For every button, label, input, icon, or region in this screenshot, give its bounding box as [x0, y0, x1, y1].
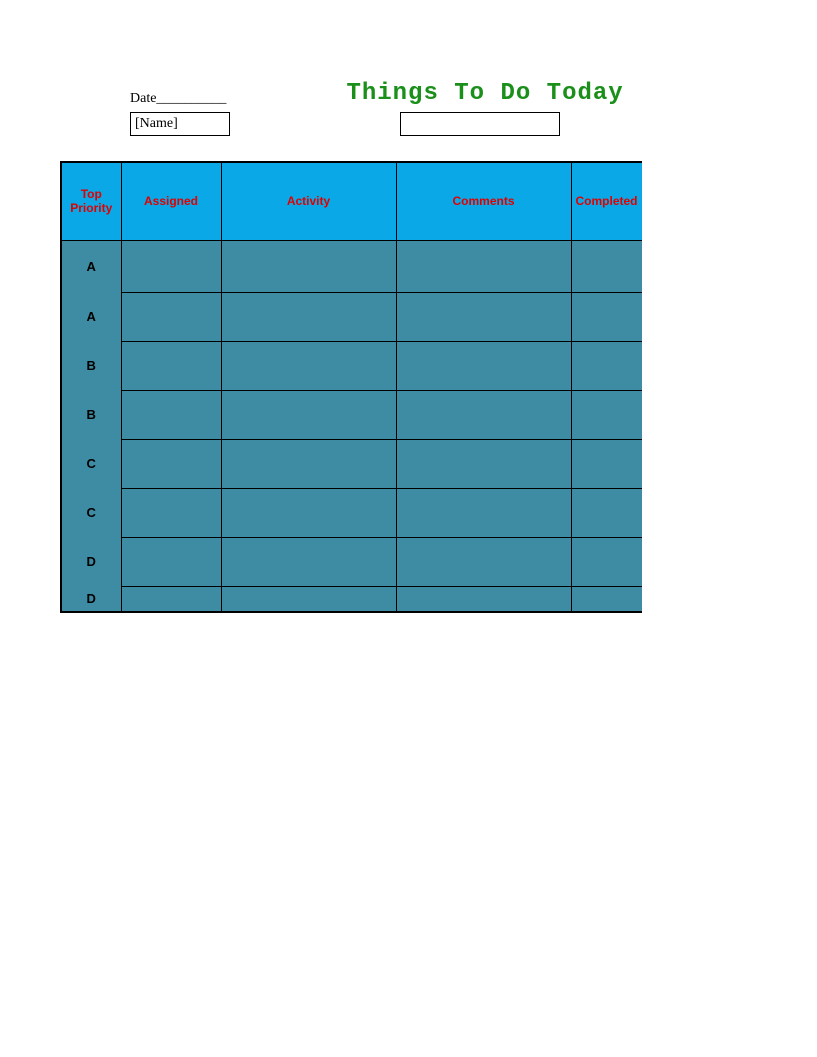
- col-header-activity: Activity: [221, 162, 396, 240]
- cell-comments[interactable]: [396, 537, 571, 586]
- cell-priority[interactable]: D: [61, 586, 121, 612]
- cell-completed[interactable]: [571, 537, 642, 586]
- cell-assigned[interactable]: [121, 537, 221, 586]
- col-header-priority: Top Priority: [61, 162, 121, 240]
- table-row: B: [61, 390, 642, 439]
- table-row: D: [61, 586, 642, 612]
- cell-activity[interactable]: [221, 240, 396, 292]
- cell-comments[interactable]: [396, 439, 571, 488]
- cell-completed[interactable]: [571, 390, 642, 439]
- col-header-assigned: Assigned: [121, 162, 221, 240]
- table-row: D: [61, 537, 642, 586]
- cell-completed[interactable]: [571, 439, 642, 488]
- table-row: C: [61, 439, 642, 488]
- col-header-comments: Comments: [396, 162, 571, 240]
- cell-priority[interactable]: D: [61, 537, 121, 586]
- table-row: A: [61, 240, 642, 292]
- col-header-completed: Completed: [571, 162, 642, 240]
- cell-priority[interactable]: A: [61, 292, 121, 341]
- cell-activity[interactable]: [221, 488, 396, 537]
- cell-activity[interactable]: [221, 586, 396, 612]
- cell-comments[interactable]: [396, 240, 571, 292]
- cell-assigned[interactable]: [121, 488, 221, 537]
- name-input[interactable]: [Name]: [130, 112, 230, 136]
- cell-assigned[interactable]: [121, 240, 221, 292]
- table-header-row: Top Priority Assigned Activity Comments …: [61, 162, 642, 240]
- cell-completed[interactable]: [571, 488, 642, 537]
- cell-assigned[interactable]: [121, 586, 221, 612]
- cell-priority[interactable]: B: [61, 390, 121, 439]
- cell-activity[interactable]: [221, 292, 396, 341]
- cell-completed[interactable]: [571, 292, 642, 341]
- cell-assigned[interactable]: [121, 341, 221, 390]
- cell-completed[interactable]: [571, 341, 642, 390]
- table-row: B: [61, 341, 642, 390]
- cell-comments[interactable]: [396, 390, 571, 439]
- cell-assigned[interactable]: [121, 439, 221, 488]
- cell-activity[interactable]: [221, 439, 396, 488]
- cell-activity[interactable]: [221, 537, 396, 586]
- page-title: Things To Do Today: [346, 80, 623, 107]
- cell-priority[interactable]: C: [61, 439, 121, 488]
- cell-comments[interactable]: [396, 341, 571, 390]
- cell-comments[interactable]: [396, 292, 571, 341]
- cell-priority[interactable]: A: [61, 240, 121, 292]
- blank-input[interactable]: [400, 112, 560, 136]
- cell-activity[interactable]: [221, 390, 396, 439]
- cell-priority[interactable]: C: [61, 488, 121, 537]
- cell-activity[interactable]: [221, 341, 396, 390]
- cell-completed[interactable]: [571, 240, 642, 292]
- cell-comments[interactable]: [396, 488, 571, 537]
- cell-assigned[interactable]: [121, 390, 221, 439]
- table-row: C: [61, 488, 642, 537]
- date-label: Date__________: [130, 91, 226, 106]
- cell-comments[interactable]: [396, 586, 571, 612]
- cell-priority[interactable]: B: [61, 341, 121, 390]
- todo-table: Top Priority Assigned Activity Comments …: [60, 161, 642, 613]
- cell-assigned[interactable]: [121, 292, 221, 341]
- table-row: A: [61, 292, 642, 341]
- cell-completed[interactable]: [571, 586, 642, 612]
